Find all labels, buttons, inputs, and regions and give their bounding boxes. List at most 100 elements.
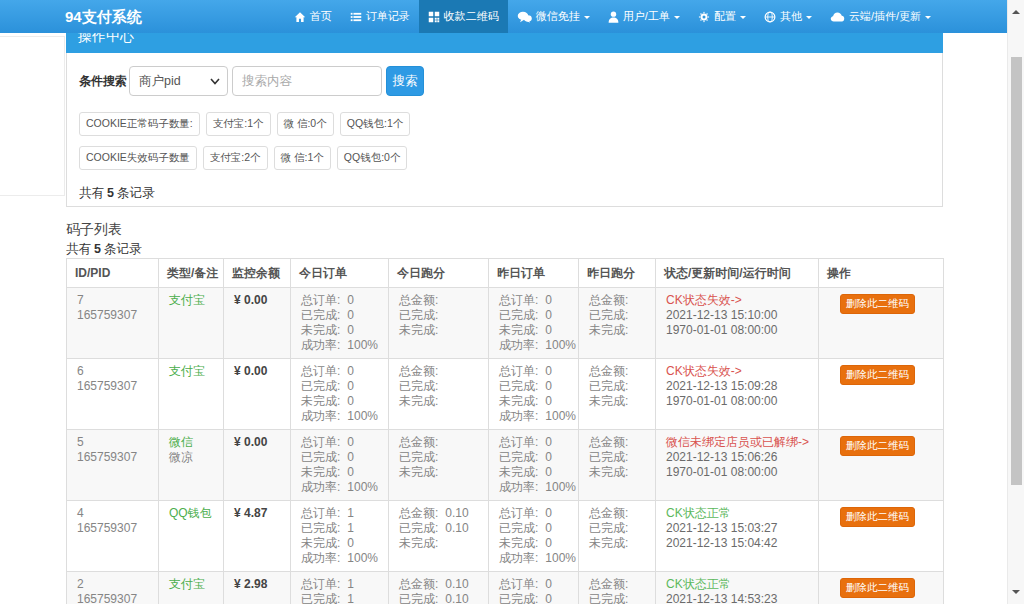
cell-line: 未完成: bbox=[589, 465, 645, 480]
cell-line: 2021-12-13 15:10:00 bbox=[666, 308, 808, 323]
cell-action: 删除此二维码 bbox=[819, 572, 944, 604]
column-header: 昨日订单 bbox=[489, 259, 579, 288]
stat-button[interactable]: 微 信:1个 bbox=[274, 146, 331, 170]
stat-button[interactable]: COOKIE失效码子数量 bbox=[79, 146, 197, 170]
table-row: 2165759307支付宝¥ 2.98总订单:1已完成:1未完成:0成功率:10… bbox=[67, 572, 944, 604]
home-icon bbox=[294, 11, 306, 23]
delete-qrcode-button[interactable]: 删除此二维码 bbox=[840, 578, 915, 598]
cell-line: 总订单:0 bbox=[499, 506, 568, 521]
cell-balance: ¥ 0.00 bbox=[224, 359, 291, 430]
cell-line: 未完成: bbox=[589, 323, 645, 338]
cell-today-run: 总金额:0.10已完成:0.10未完成: bbox=[389, 572, 489, 604]
delete-qrcode-button[interactable]: 删除此二维码 bbox=[840, 436, 915, 456]
stat-button[interactable]: QQ钱包:1个 bbox=[340, 112, 411, 136]
cell-today-orders: 总订单:1已完成:1未完成:0成功率:100% bbox=[291, 501, 389, 572]
cell-status: CK状态正常2021-12-13 15:03:272021-12-13 15:0… bbox=[656, 501, 819, 572]
cell-line: 成功率:100% bbox=[301, 338, 378, 353]
cell-line: 未完成: bbox=[399, 323, 478, 338]
delete-qrcode-button[interactable]: 删除此二维码 bbox=[840, 507, 915, 527]
cell-action: 删除此二维码 bbox=[819, 288, 944, 359]
cell-line: 支付宝 bbox=[169, 577, 213, 592]
column-header: 操作 bbox=[819, 259, 944, 288]
cell-yesterday-run: 总金额:已完成:未完成: bbox=[579, 572, 656, 604]
cell-line: 2 bbox=[77, 577, 148, 592]
column-header: 昨日跑分 bbox=[579, 259, 656, 288]
nav-item-6[interactable]: 配置 bbox=[689, 0, 755, 33]
cell-type: 微信微凉 bbox=[159, 430, 224, 501]
cell-line: 未完成:0 bbox=[499, 536, 568, 551]
cell-line: 总金额:0.10 bbox=[399, 506, 478, 521]
stat-button[interactable]: 支付宝:2个 bbox=[203, 146, 268, 170]
scroll-up-arrow-icon[interactable] bbox=[1012, 6, 1020, 14]
stat-button[interactable]: COOKIE正常码子数量: bbox=[79, 112, 200, 136]
cell-line: 已完成: bbox=[589, 308, 645, 323]
list-icon bbox=[350, 11, 362, 23]
delete-qrcode-button[interactable]: 删除此二维码 bbox=[840, 294, 915, 314]
delete-qrcode-button[interactable]: 删除此二维码 bbox=[840, 365, 915, 385]
cell-line: 支付宝 bbox=[169, 364, 213, 379]
cell-line: 2021-12-13 14:53:23 bbox=[666, 592, 808, 604]
nav-item-4[interactable]: 微信免挂 bbox=[508, 0, 599, 33]
nav-item-2[interactable]: 订单记录 bbox=[341, 0, 419, 33]
scroll-down-arrow-icon[interactable] bbox=[1012, 590, 1020, 598]
nav-item-label: 用户/工单 bbox=[623, 9, 670, 24]
cell-line: 2021-12-13 15:04:42 bbox=[666, 536, 808, 551]
cell-id-pid: 2165759307 bbox=[67, 572, 159, 604]
cell-line: 2021-12-13 15:03:27 bbox=[666, 521, 808, 536]
nav-item-label: 微信免挂 bbox=[536, 9, 580, 24]
user-icon bbox=[608, 11, 619, 23]
nav-item-label: 配置 bbox=[714, 9, 736, 24]
cell-status: CK状态失效->2021-12-13 15:09:281970-01-01 08… bbox=[656, 359, 819, 430]
nav-item-7[interactable]: 其他 bbox=[755, 0, 821, 33]
cell-today-orders: 总订单:0已完成:0未完成:0成功率:100% bbox=[291, 359, 389, 430]
nav-item-8[interactable]: 云端/插件/更新 bbox=[821, 0, 940, 33]
cell-line: CK状态正常 bbox=[666, 577, 808, 592]
cell-line: 已完成: bbox=[589, 450, 645, 465]
app-brand[interactable]: 94支付系统 bbox=[65, 0, 142, 33]
cell-yesterday-run: 总金额:已完成:未完成: bbox=[579, 288, 656, 359]
cell-balance: ¥ 4.87 bbox=[224, 501, 291, 572]
records-count: 共有5条记录 bbox=[79, 185, 930, 202]
cell-line: 已完成:0 bbox=[499, 379, 568, 394]
cell-line: 未完成:0 bbox=[499, 323, 568, 338]
cell-line: 总订单:0 bbox=[499, 293, 568, 308]
cell-line: 已完成: bbox=[589, 521, 645, 536]
search-button[interactable]: 搜索 bbox=[386, 66, 424, 96]
cell-line: 总订单:0 bbox=[499, 364, 568, 379]
main-nav: 首页 订单记录收款二维码 微信免挂 用户/工单 配置 其他云端/插件/更新 bbox=[285, 0, 940, 33]
cell-line: 未完成: bbox=[399, 536, 478, 551]
scrollbar-thumb[interactable] bbox=[1011, 57, 1022, 485]
nav-item-label: 订单记录 bbox=[366, 9, 410, 24]
vertical-scrollbar[interactable] bbox=[1007, 0, 1024, 604]
search-type-select[interactable]: 商户pid bbox=[129, 66, 228, 96]
cell-line: 支付宝 bbox=[169, 293, 213, 308]
cell-line: 165759307 bbox=[77, 450, 148, 465]
cell-yesterday-orders: 总订单:0已完成:0未完成:0成功率:100% bbox=[489, 430, 579, 501]
cookie-fail-stats: COOKIE失效码子数量支付宝:2个微 信:1个QQ钱包:0个 bbox=[79, 146, 930, 170]
stat-button[interactable]: 微 信:0个 bbox=[277, 112, 334, 136]
cell-line: 已完成:0.10 bbox=[399, 592, 478, 604]
nav-item-3[interactable]: 收款二维码 bbox=[419, 0, 508, 33]
cell-line: 已完成:0 bbox=[499, 308, 568, 323]
cell-today-run: 总金额:已完成:未完成: bbox=[389, 359, 489, 430]
caret-down-icon bbox=[740, 16, 746, 22]
stat-button[interactable]: 支付宝:1个 bbox=[206, 112, 271, 136]
cell-id-pid: 7165759307 bbox=[67, 288, 159, 359]
nav-item-5[interactable]: 用户/工单 bbox=[599, 0, 689, 33]
cell-line: 已完成:0 bbox=[301, 450, 378, 465]
cell-line: 已完成: bbox=[589, 379, 645, 394]
cell-balance: ¥ 0.00 bbox=[224, 430, 291, 501]
cell-line: 165759307 bbox=[77, 308, 148, 323]
cell-line: 未完成:0 bbox=[301, 394, 378, 409]
cell-line: 已完成: bbox=[399, 308, 478, 323]
cell-line: CK状态失效-> bbox=[666, 364, 808, 379]
stat-button[interactable]: QQ钱包:0个 bbox=[337, 146, 408, 170]
cell-type: 支付宝 bbox=[159, 572, 224, 604]
search-input[interactable] bbox=[232, 66, 382, 96]
cell-line: 总金额: bbox=[399, 293, 478, 308]
column-header: 今日跑分 bbox=[389, 259, 489, 288]
nav-item-1[interactable]: 首页 bbox=[285, 0, 341, 33]
cell-line: 5 bbox=[77, 435, 148, 450]
cell-line: 总订单:0 bbox=[301, 364, 378, 379]
cell-line: CK状态失效-> bbox=[666, 293, 808, 308]
